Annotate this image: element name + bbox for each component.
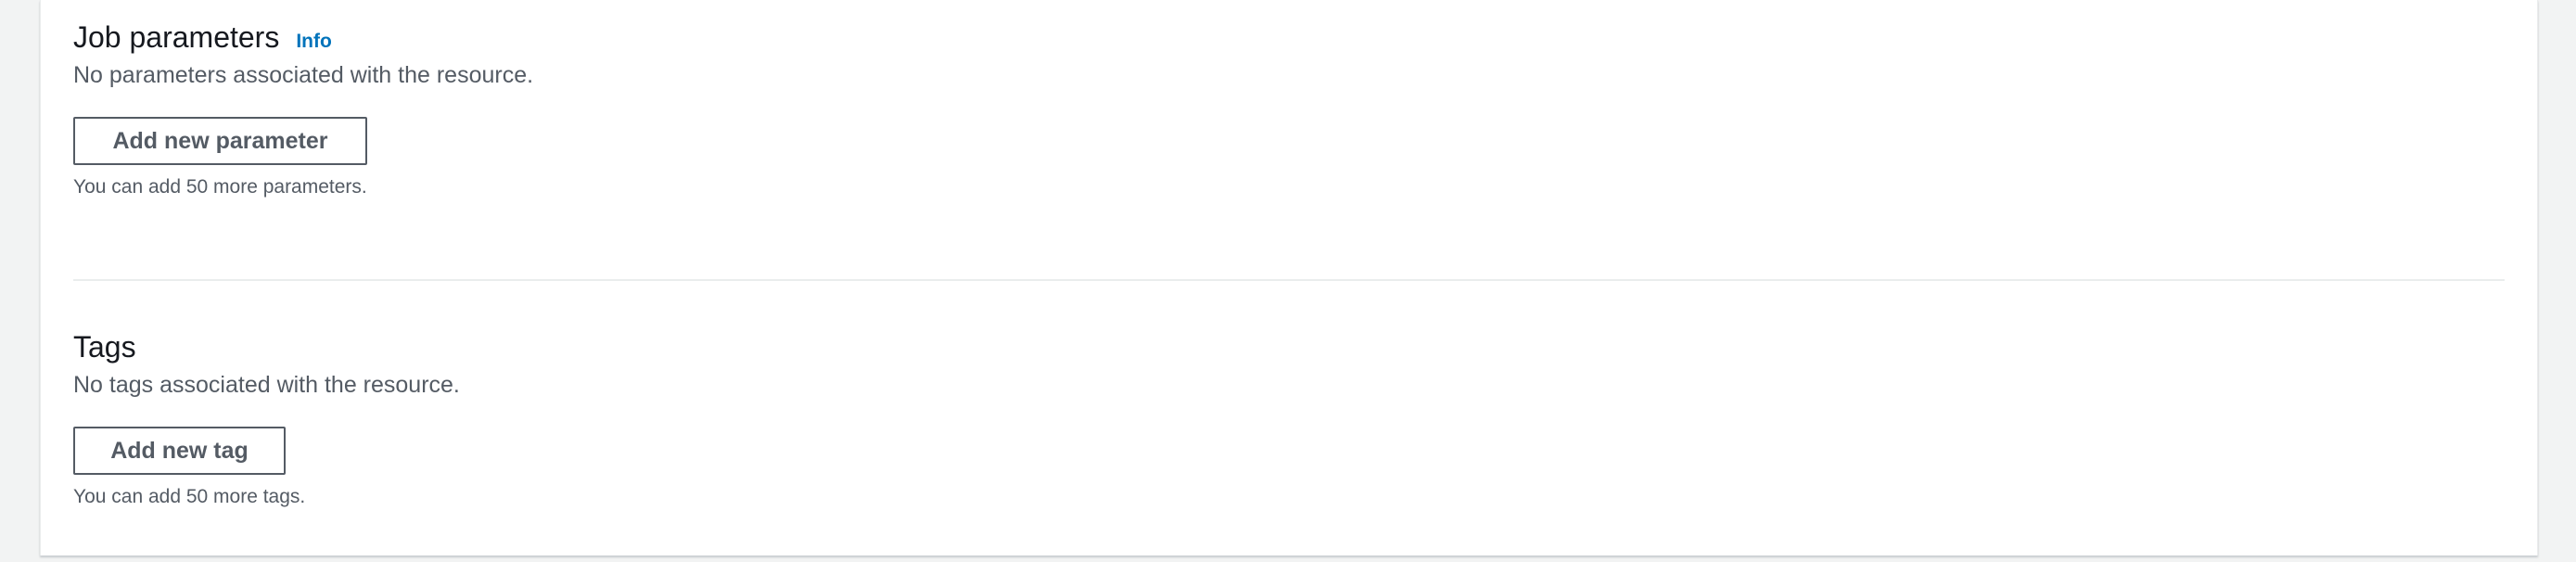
tags-header: Tags — [73, 328, 2505, 365]
job-parameters-header: Job parameters Info — [73, 19, 2505, 56]
tags-hint: You can add 50 more tags. — [73, 486, 306, 507]
job-parameters-title: Job parameters — [73, 20, 280, 54]
add-new-tag-button[interactable]: Add new tag — [73, 427, 286, 475]
add-new-parameter-button[interactable]: Add new parameter — [73, 117, 367, 165]
tags-section: Tags No tags associated with the resourc… — [73, 328, 2505, 510]
tags-description: No tags associated with the resource. — [73, 372, 460, 398]
job-parameters-description: No parameters associated with the resour… — [73, 62, 534, 88]
job-parameters-hint: You can add 50 more parameters. — [73, 176, 367, 198]
tags-title: Tags — [73, 330, 136, 364]
content-panel: Job parameters Info No parameters associ… — [40, 0, 2538, 556]
section-divider — [73, 279, 2505, 281]
job-parameters-section: Job parameters Info No parameters associ… — [73, 19, 2505, 200]
job-parameters-info-link[interactable]: Info — [296, 31, 331, 53]
